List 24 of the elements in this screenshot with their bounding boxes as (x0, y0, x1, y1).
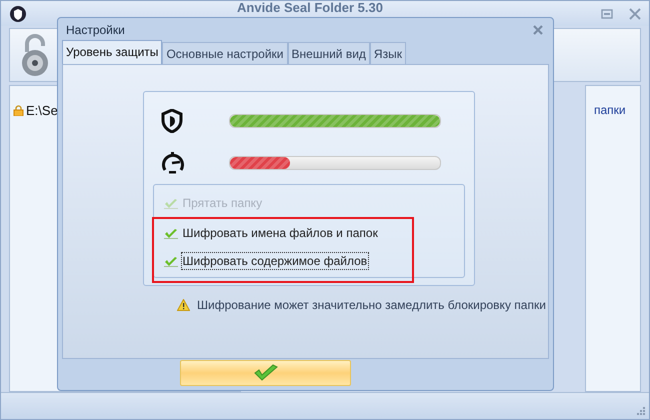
ok-button[interactable] (180, 360, 351, 386)
shield-icon (160, 109, 184, 133)
warning-text: Шифрование может значительно замедлить блокировку папки (197, 298, 546, 312)
tab[interactable]: Внешний вид (288, 42, 370, 64)
app-icon (9, 4, 27, 22)
restore-icon[interactable] (601, 8, 613, 18)
tab[interactable]: Уровень защиты (62, 40, 162, 64)
checkmark-icon (252, 364, 278, 382)
tab[interactable]: Основные настройки (162, 42, 288, 64)
option-label[interactable]: Шифровать содержимое файлов (182, 253, 368, 269)
column-header: папки (594, 103, 626, 117)
close-icon[interactable] (629, 8, 641, 20)
checkmark-icon[interactable] (164, 228, 178, 238)
resize-grip-icon[interactable] (636, 406, 645, 415)
warning-icon (177, 299, 190, 311)
padlock-icon[interactable] (20, 32, 50, 78)
option-label[interactable]: Шифровать имена файлов и папок (182, 225, 379, 241)
speedometer-icon (160, 151, 184, 175)
window-title: Anvide Seal Folder 5.30 (236, 0, 384, 15)
folder-path[interactable]: E:\Se (26, 103, 58, 118)
checkmark-icon[interactable] (164, 256, 178, 266)
close-icon[interactable] (533, 24, 543, 34)
tab[interactable]: Язык (370, 42, 406, 64)
dialog-title: Настройки (66, 22, 125, 36)
